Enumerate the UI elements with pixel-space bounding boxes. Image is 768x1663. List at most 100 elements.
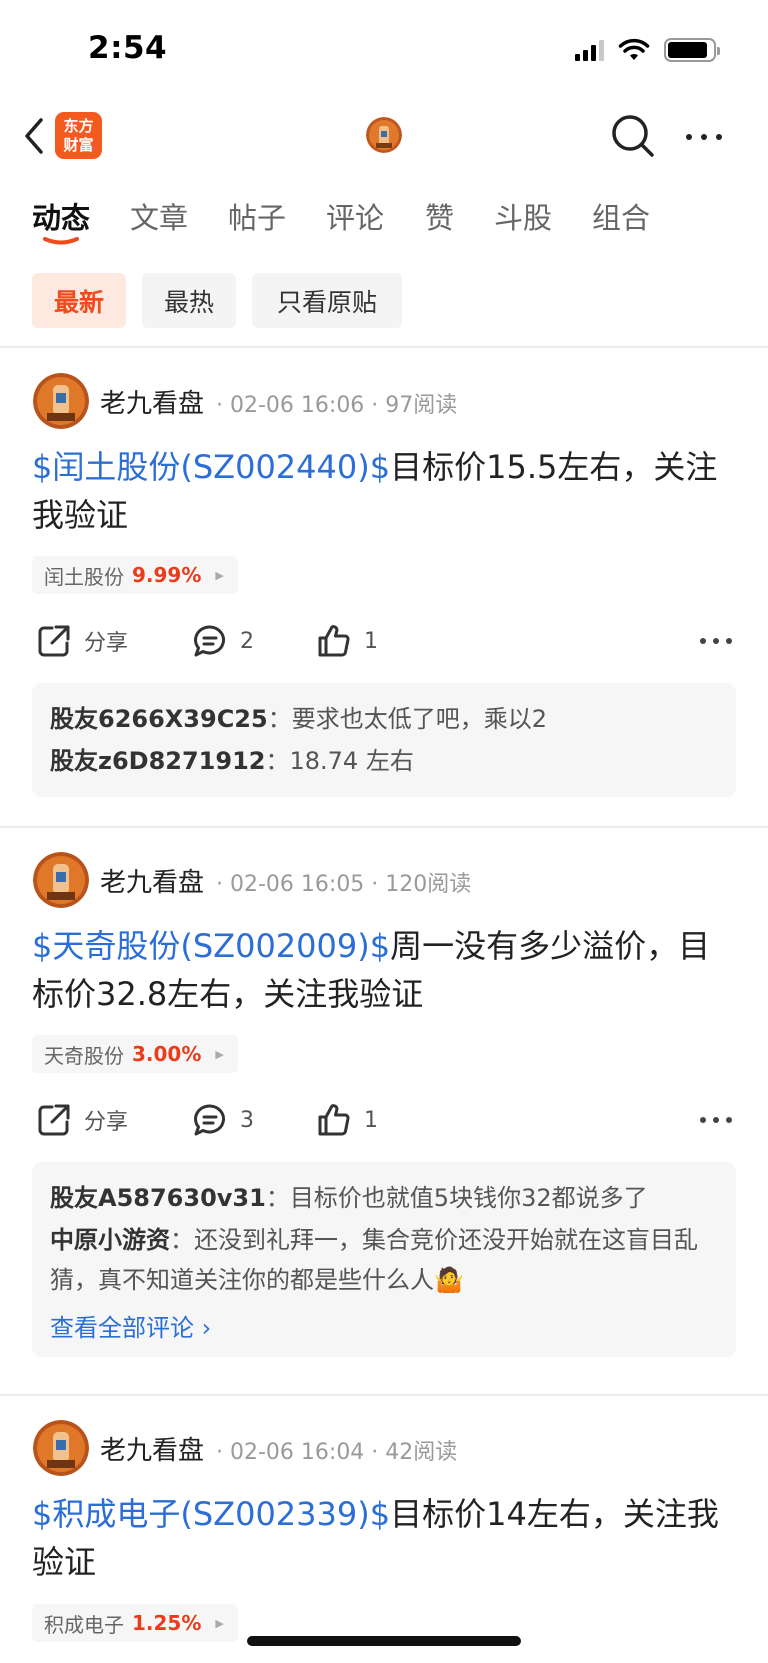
comment-icon [194, 1104, 225, 1136]
tab-posts[interactable]: 帖子 [228, 195, 286, 237]
more-button[interactable] [680, 120, 728, 154]
app-logo-line1: 东方 [63, 116, 94, 135]
more-dot-icon [701, 134, 707, 140]
stock-chip-name: 闰土股份 [44, 564, 124, 589]
status-bar: 2:54 [0, 0, 768, 100]
comment-separator: ： [265, 1184, 290, 1212]
comment-text: 目标价也就值5块钱你32都说多了 [289, 1184, 648, 1212]
tab-articles[interactable]: 文章 [130, 195, 188, 237]
author-avatar[interactable] [33, 373, 89, 429]
divider [0, 826, 768, 828]
divider [0, 346, 768, 348]
stock-tag-link[interactable]: $闰土股份(SZ002440)$ [32, 448, 390, 486]
comment-preview[interactable]: 股友6266X39C25：要求也太低了吧，乘以2 股友z6D8271912：18… [32, 683, 736, 797]
avatar[interactable] [366, 117, 402, 153]
profile-tabs: 动态 文章 帖子 评论 赞 斗股 组合 [0, 195, 768, 253]
comment-item[interactable]: 股友z6D8271912：18.74 左右 [50, 741, 718, 781]
thumbs-up-icon [318, 625, 350, 657]
stock-chip-change: 9.99% [132, 563, 202, 587]
comment-item[interactable]: 中原小游资：还没到礼拜一，集合竞价还没开始就在这盲目乱猜，真不知道关注你的都是些… [50, 1220, 718, 1300]
divider [0, 1394, 768, 1396]
post-actions: 分享 3 1 [0, 1097, 768, 1143]
commenter-name[interactable]: 中原小游资 [50, 1226, 170, 1254]
author-name[interactable]: 老九看盘 [100, 383, 204, 420]
play-arrow-icon: ▶ [215, 1616, 224, 1630]
status-icons [575, 36, 720, 64]
search-icon [612, 115, 654, 157]
post-card[interactable]: 老九看盘 · 02-06 16:06 · 97阅读 $闰土股份(SZ002440… [0, 373, 768, 803]
post-content[interactable]: $积成电子(SZ002339)$目标价14左右，关注我验证 [32, 1490, 732, 1586]
like-button[interactable]: 1 [316, 618, 378, 664]
app-logo[interactable]: 东方 财富 [55, 112, 102, 159]
post-more-button[interactable] [700, 1117, 732, 1123]
stock-tag-link[interactable]: $积成电子(SZ002339)$ [32, 1495, 390, 1533]
filter-original-only[interactable]: 只看原贴 [252, 273, 402, 328]
search-button[interactable] [610, 113, 656, 159]
author-name[interactable]: 老九看盘 [100, 862, 204, 899]
stock-chip-change: 3.00% [132, 1042, 202, 1066]
share-label: 分享 [84, 631, 129, 656]
comment-item[interactable]: 股友6266X39C25：要求也太低了吧，乘以2 [50, 699, 718, 739]
stock-chip[interactable]: 天奇股份 3.00% ▶ [32, 1035, 238, 1073]
commenter-name[interactable]: 股友6266X39C25 [50, 705, 268, 733]
post-card[interactable]: 老九看盘 · 02-06 16:05 · 120阅读 $天奇股份(SZ00200… [0, 852, 768, 1372]
stock-chip-name: 积成电子 [44, 1612, 124, 1637]
comment-button[interactable]: 2 [192, 618, 254, 664]
stock-chip[interactable]: 闰土股份 9.99% ▶ [32, 556, 238, 594]
like-count: 1 [364, 1107, 378, 1133]
stock-chip[interactable]: 积成电子 1.25% ▶ [32, 1604, 238, 1642]
back-button[interactable] [16, 114, 52, 158]
post-more-button[interactable] [700, 638, 732, 644]
author-name[interactable]: 老九看盘 [100, 1430, 204, 1467]
author-avatar[interactable] [33, 852, 89, 908]
comment-text: 要求也太低了吧，乘以2 [291, 705, 547, 733]
comment-preview[interactable]: 股友A587630v31：目标价也就值5块钱你32都说多了 中原小游资：还没到礼… [32, 1162, 736, 1357]
more-dot-icon [716, 134, 722, 140]
comment-separator: ： [265, 747, 290, 775]
commenter-name[interactable]: 股友z6D8271912 [50, 747, 265, 775]
home-indicator[interactable] [247, 1636, 521, 1646]
post-card[interactable]: 老九看盘 · 02-06 16:04 · 42阅读 $积成电子(SZ002339… [0, 1420, 768, 1663]
tab-active-indicator [43, 237, 79, 245]
share-button[interactable]: 分享 [36, 618, 128, 664]
author-avatar[interactable] [33, 1420, 89, 1476]
commenter-name[interactable]: 股友A587630v31 [50, 1184, 266, 1212]
share-button[interactable]: 分享 [36, 1097, 128, 1143]
post-actions: 分享 2 1 [0, 618, 768, 664]
comment-count: 3 [240, 1107, 254, 1133]
more-dot-icon [686, 134, 692, 140]
comment-text: 18.74 左右 [289, 747, 414, 775]
tab-portfolio[interactable]: 组合 [592, 195, 650, 237]
nav-bar: 东方 财富 [0, 100, 768, 174]
tab-likes[interactable]: 赞 [425, 195, 454, 237]
comment-icon [194, 625, 225, 657]
filter-hot[interactable]: 最热 [142, 273, 236, 328]
app-logo-line2: 财富 [63, 135, 94, 154]
comment-separator: ： [267, 705, 292, 733]
post-meta: · 02-06 16:06 · 97阅读 [216, 393, 458, 418]
post-meta: · 02-06 16:04 · 42阅读 [216, 1440, 458, 1465]
share-icon [38, 1104, 70, 1136]
like-button[interactable]: 1 [316, 1097, 378, 1143]
comment-button[interactable]: 3 [192, 1097, 254, 1143]
view-all-comments-link[interactable]: 查看全部评论 › [50, 1308, 718, 1343]
stock-tag-link[interactable]: $天奇股份(SZ002009)$ [32, 927, 390, 965]
post-meta: · 02-06 16:05 · 120阅读 [216, 872, 472, 897]
comment-count: 2 [240, 628, 254, 654]
chevron-left-icon [25, 118, 43, 154]
stock-chip-name: 天奇股份 [44, 1043, 124, 1068]
filter-latest[interactable]: 最新 [32, 273, 126, 328]
comment-item[interactable]: 股友A587630v31：目标价也就值5块钱你32都说多了 [50, 1178, 718, 1218]
play-arrow-icon: ▶ [215, 568, 224, 582]
like-count: 1 [364, 628, 378, 654]
post-content[interactable]: $闰土股份(SZ002440)$目标价15.5左右，关注我验证 [32, 443, 732, 539]
stock-chip-change: 1.25% [132, 1611, 202, 1635]
tab-comments[interactable]: 评论 [326, 195, 384, 237]
wifi-icon [618, 38, 650, 60]
tab-stock-battle[interactable]: 斗股 [494, 195, 552, 237]
cellular-signal-icon [575, 39, 604, 61]
comment-separator: ： [170, 1226, 194, 1254]
tab-dynamic[interactable]: 动态 [32, 195, 90, 237]
battery-icon [664, 38, 720, 62]
post-content[interactable]: $天奇股份(SZ002009)$周一没有多少溢价，目标价32.8左右，关注我验证 [32, 922, 732, 1018]
